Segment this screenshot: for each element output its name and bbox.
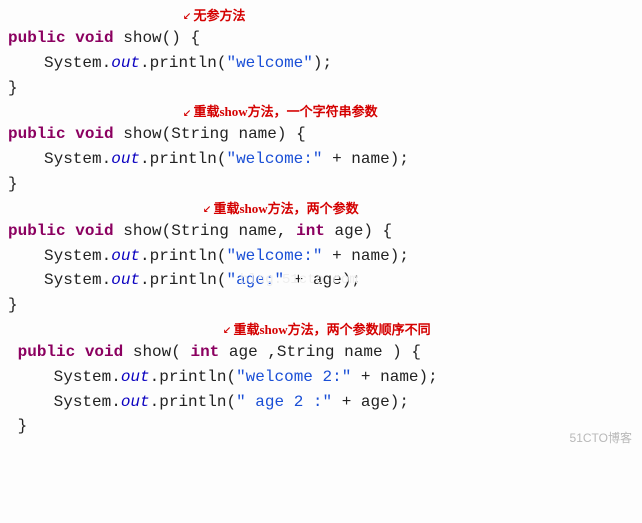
code-line: }	[8, 172, 634, 197]
code-line: public void show( int age ,String name )…	[8, 340, 634, 365]
annotation-text: 重载show方法，两个参数顺序不同	[233, 320, 430, 340]
annotation-two-params-reversed: ↙ 重载show方法，两个参数顺序不同	[8, 322, 634, 340]
code-line: System.out.println("welcome");	[8, 51, 634, 76]
code-block-1: public void show() { System.out.println(…	[8, 26, 634, 100]
code-block-3: public void show(String name, int age) {…	[8, 219, 634, 318]
arrow-icon: ↙	[183, 6, 191, 28]
annotation-text: 无参方法	[193, 6, 245, 26]
annotation-text: 重载show方法，两个参数	[213, 199, 358, 219]
method-name: show	[123, 29, 161, 47]
keyword-public: public	[8, 29, 66, 47]
keyword-void: void	[75, 29, 113, 47]
string-literal: "welcome"	[226, 54, 312, 72]
code-line: System.out.println(" age 2 :" + age);	[8, 390, 634, 415]
code-line: }	[8, 293, 634, 318]
annotation-no-args: ↙ 无参方法	[8, 8, 634, 26]
code-line: System.out.println("welcome 2:" + name);	[8, 365, 634, 390]
code-block-2: public void show(String name) { System.o…	[8, 122, 634, 196]
code-line: System.out.println("age:" + age);	[8, 268, 634, 293]
code-line: public void show(String name) {	[8, 122, 634, 147]
code-line: }	[8, 414, 634, 439]
arrow-icon: ↙	[203, 199, 211, 221]
out-field: out	[111, 54, 140, 72]
code-line: public void show() {	[8, 26, 634, 51]
arrow-icon: ↙	[223, 320, 231, 342]
annotation-two-params: ↙ 重载show方法，两个参数	[8, 201, 634, 219]
annotation-text: 重载show方法，一个字符串参数	[193, 102, 377, 122]
watermark-text: 51CTO博客	[570, 429, 632, 448]
code-line: }	[8, 76, 634, 101]
code-line: public void show(String name, int age) {	[8, 219, 634, 244]
code-line: System.out.println("welcome:" + name);	[8, 244, 634, 269]
code-line: System.out.println("welcome:" + name);	[8, 147, 634, 172]
annotation-one-string-param: ↙ 重载show方法，一个字符串参数	[8, 104, 634, 122]
arrow-icon: ↙	[183, 103, 191, 125]
code-block-4: public void show( int age ,String name )…	[8, 340, 634, 439]
